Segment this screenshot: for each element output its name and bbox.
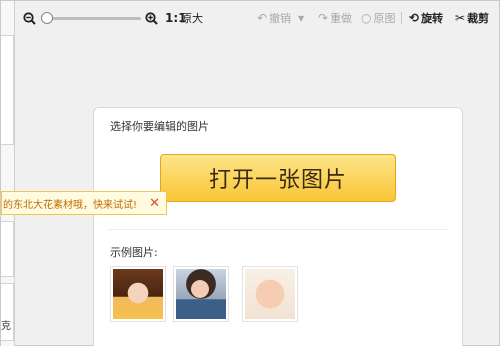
sample-images-label: 示例图片: — [110, 246, 158, 259]
redo-icon: ↷ — [318, 11, 329, 25]
crop-button[interactable]: ✂ 裁剪 — [455, 11, 489, 25]
left-sidebar: 克 — [1, 1, 15, 346]
rotate-button[interactable]: ⟲ 旋转 — [409, 11, 443, 25]
scissors-icon: ✂ — [455, 11, 466, 25]
undo-button[interactable]: ↶ 撤销 — [257, 11, 291, 25]
sample-photo-girl — [113, 269, 163, 319]
sidebar-panel[interactable] — [1, 221, 14, 277]
undo-label: 撤销 — [269, 12, 292, 25]
hint-tooltip: 的东北大花素材哦，快来试试! ✕ — [1, 191, 167, 215]
undo-icon: ↶ — [257, 11, 268, 25]
panel-title: 选择你要编辑的图片 — [110, 120, 209, 133]
sample-image-thumbnail[interactable] — [110, 266, 166, 322]
toolbar-divider — [401, 12, 402, 24]
zoom-in-icon[interactable] — [145, 11, 158, 25]
open-image-button[interactable]: 打开一张图片 — [160, 154, 396, 202]
redo-label: 重做 — [330, 12, 353, 25]
sidebar-partial-text: 克 — [1, 321, 11, 332]
tooltip-text: 的东北大花素材哦，快来试试! — [3, 199, 138, 211]
crop-label: 裁剪 — [467, 12, 490, 25]
sample-image-thumbnail[interactable] — [242, 266, 298, 322]
sidebar-panel[interactable] — [1, 283, 14, 341]
redo-button[interactable]: ↷ 重做 — [318, 11, 352, 25]
rotate-label: 旋转 — [421, 12, 444, 25]
editor-window: 克 1:1 原大 ↶ 撤销 ▼ ↷ 重做 ○ 原图 ⟲ 旋转 ✂ 裁剪 选择你要… — [0, 0, 500, 346]
rotate-icon: ⟲ — [409, 11, 420, 25]
select-image-panel: 选择你要编辑的图片 打开一张图片 示例图片: — [93, 107, 463, 346]
sample-photo-woman — [176, 269, 226, 319]
toolbar: 1:1 原大 ↶ 撤销 ▼ ↷ 重做 ○ 原图 ⟲ 旋转 ✂ 裁剪 — [15, 1, 499, 35]
close-icon[interactable]: ✕ — [149, 196, 160, 211]
sample-photo-baby — [245, 269, 295, 319]
zoom-out-icon[interactable] — [23, 11, 36, 25]
sidebar-panel[interactable] — [1, 35, 14, 145]
original-image-button[interactable]: ○ 原图 — [361, 11, 395, 25]
original-size-button[interactable]: 原大 — [181, 11, 203, 25]
circle-icon: ○ — [361, 11, 372, 25]
original-label: 原图 — [373, 12, 396, 25]
chevron-down-icon[interactable]: ▼ — [298, 11, 304, 25]
divider — [108, 229, 448, 230]
sample-image-thumbnail[interactable] — [173, 266, 229, 322]
zoom-slider-track[interactable] — [41, 17, 141, 20]
zoom-slider-handle[interactable] — [41, 12, 53, 24]
